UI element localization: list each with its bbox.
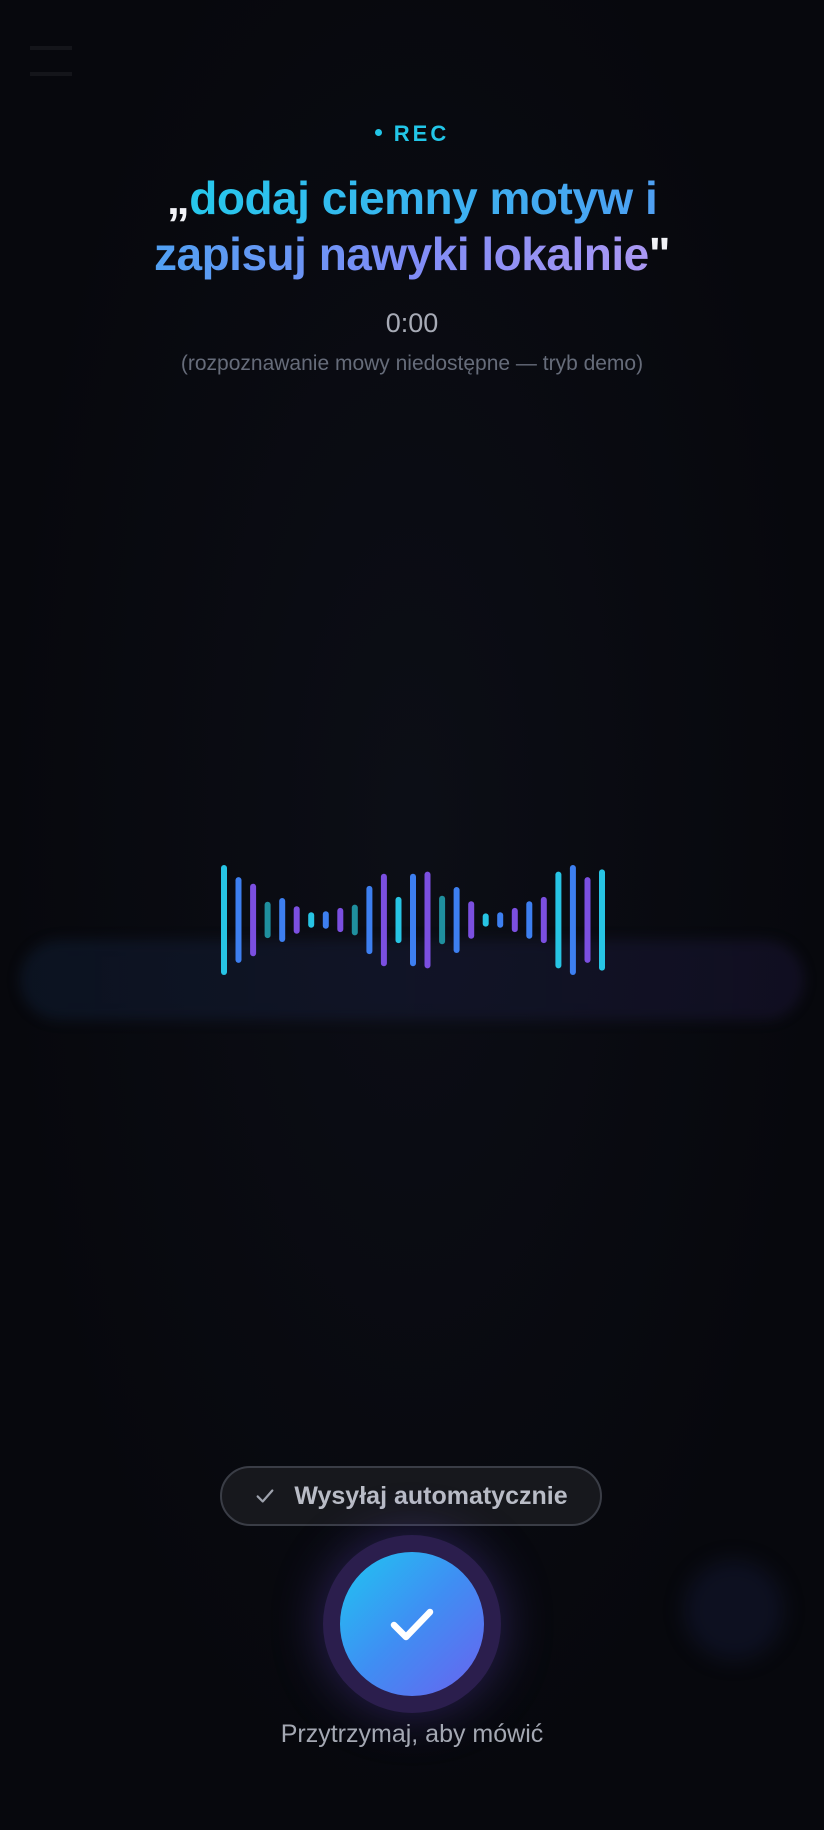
waveform-bar: [279, 898, 286, 942]
waveform-bar: [584, 877, 591, 963]
transcript: „dodaj ciemny motyw i zapisuj nawyki lok…: [100, 170, 724, 282]
voice-recording-overlay: REC „dodaj ciemny motyw i zapisuj nawyki…: [0, 0, 824, 1830]
demo-mode-note: (rozpoznawanie mowy niedostępne — tryb d…: [180, 352, 644, 375]
recording-timer: 0:00: [385, 308, 439, 338]
waveform-bar: [540, 896, 547, 944]
hold-to-talk-label: Przytrzymaj, aby mówić: [280, 1720, 544, 1748]
waveform-bar: [424, 871, 431, 969]
waveform-bar: [351, 904, 358, 936]
waveform-bar: [410, 873, 416, 967]
rec-indicator: REC: [0, 121, 824, 147]
waveform-bar: [337, 907, 344, 933]
waveform-bar: [221, 865, 227, 975]
waveform-bar: [569, 865, 576, 975]
check-icon: [256, 1489, 274, 1503]
waveform-bar: [250, 883, 257, 957]
waveform-bar: [235, 877, 242, 963]
waveform-bar: [439, 895, 446, 945]
waveform-bar: [482, 913, 489, 927]
waveform-bar: [293, 906, 300, 934]
background-fab: [684, 1560, 784, 1660]
audio-waveform: [221, 865, 605, 975]
waveform-bar: [453, 887, 460, 953]
background-header: [30, 30, 794, 80]
check-icon: [390, 1608, 434, 1641]
waveform-bar: [526, 901, 533, 939]
waveform-bar: [468, 901, 475, 939]
auto-send-toggle[interactable]: Wysyłaj automatycznie: [220, 1466, 602, 1526]
waveform-bar: [555, 871, 562, 969]
transcript-close-quote: ": [648, 228, 671, 280]
waveform-bar: [322, 911, 329, 929]
waveform-bar: [366, 885, 373, 955]
waveform-bar: [264, 901, 271, 939]
waveform-bar: [380, 873, 387, 967]
menu-icon: [30, 46, 72, 76]
confirm-record-button[interactable]: [340, 1552, 484, 1696]
auto-send-label: Wysyłaj automatycznie: [294, 1481, 568, 1510]
transcript-open-quote: „: [166, 172, 190, 224]
waveform-bar: [308, 912, 315, 928]
waveform-bar: [511, 907, 518, 933]
waveform-bar: [395, 896, 402, 944]
waveform-bar: [599, 869, 605, 971]
rec-dot-icon: [374, 128, 382, 136]
rec-label: REC: [393, 121, 450, 146]
waveform-bar: [497, 912, 504, 928]
transcript-text: dodaj ciemny motyw i zapisuj nawyki loka…: [154, 172, 658, 280]
